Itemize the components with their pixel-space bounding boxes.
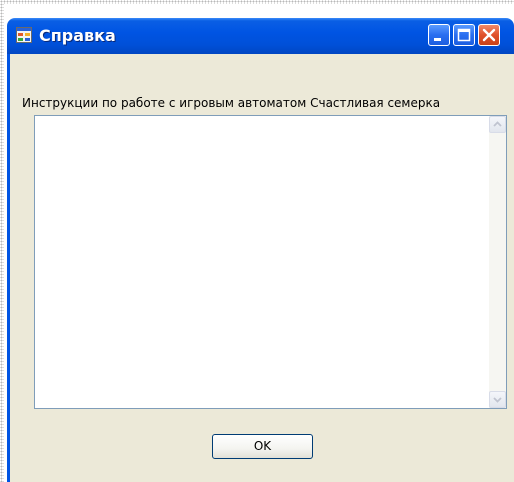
dialog-client-area: Инструкции по работе с игровым автоматом… [7, 54, 514, 482]
vertical-scrollbar[interactable] [489, 116, 506, 408]
close-button[interactable] [478, 24, 500, 46]
minimize-button[interactable] [428, 24, 450, 46]
instructions-label: Инструкции по работе с игровым автоматом… [22, 96, 441, 110]
title-bar[interactable]: Справка [7, 18, 514, 54]
maximize-button[interactable] [453, 24, 475, 46]
form-icon [16, 27, 32, 43]
maximize-icon [457, 28, 471, 42]
scroll-down-button[interactable] [489, 391, 506, 408]
design-surface-dots-left [0, 0, 4, 482]
ok-button[interactable]: OK [212, 434, 313, 459]
chevron-up-icon [493, 121, 502, 127]
window-title: Справка [39, 26, 116, 45]
chevron-down-icon [493, 397, 502, 403]
scroll-up-button[interactable] [489, 116, 506, 133]
help-dialog-window: Справка Инструкции по работе с игровым а… [7, 18, 514, 482]
design-surface-dots-top [0, 0, 514, 4]
close-icon [482, 28, 496, 42]
minimize-icon [434, 38, 441, 41]
instructions-text-area[interactable] [34, 115, 507, 409]
